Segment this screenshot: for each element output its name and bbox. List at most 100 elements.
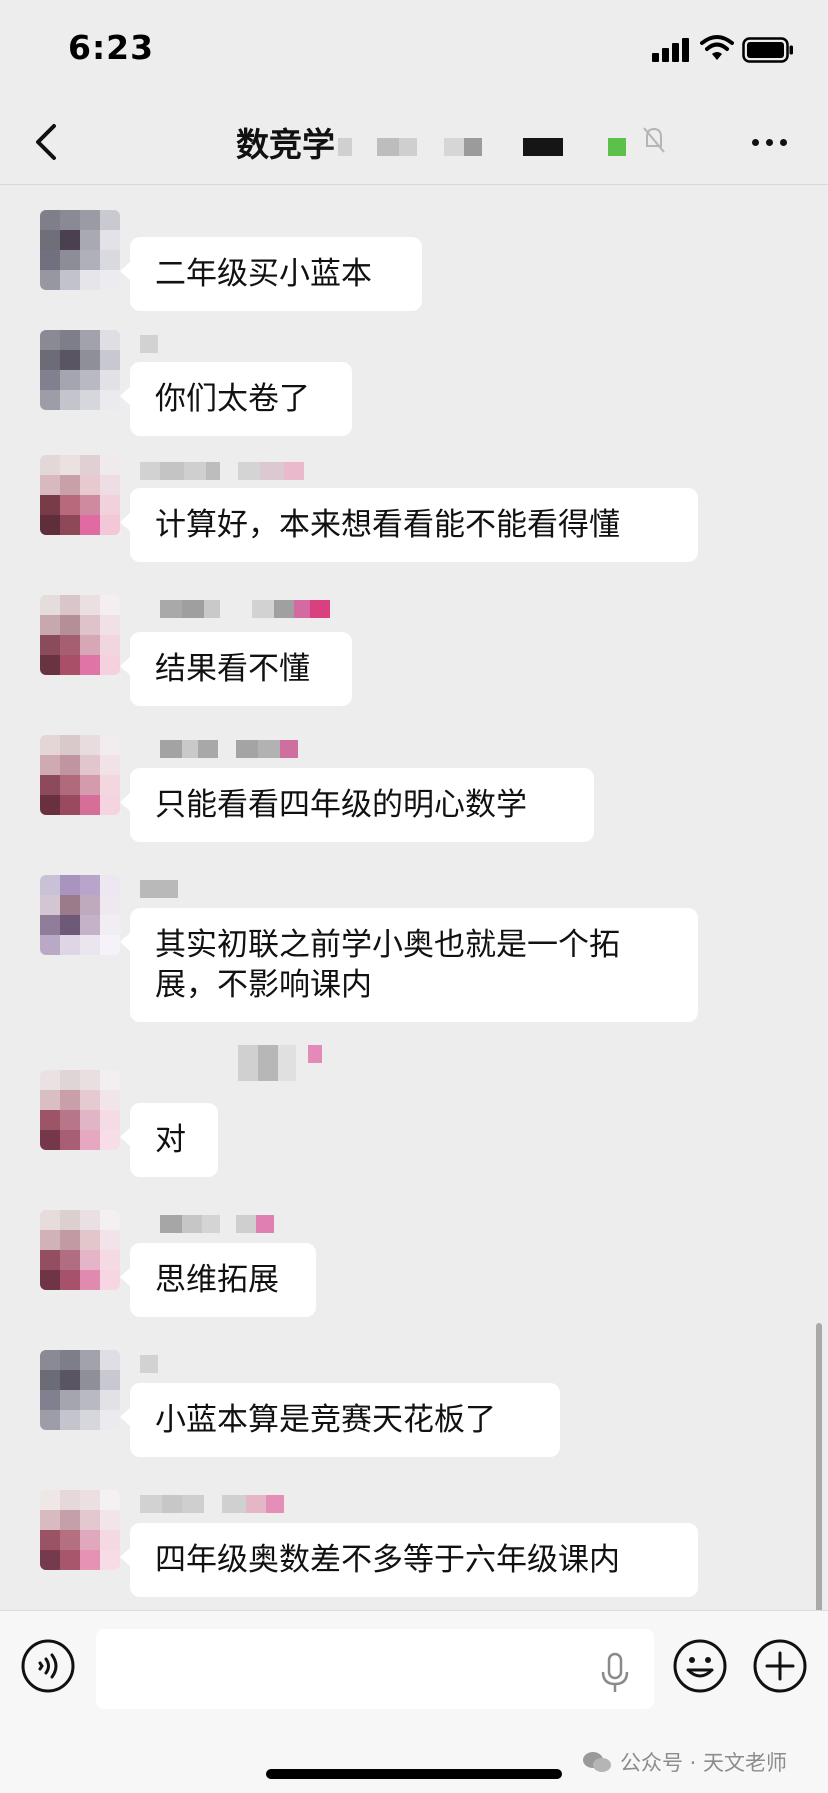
avatar-mosaic-cell <box>60 475 80 495</box>
avatar-mosaic-cell <box>80 1230 100 1250</box>
avatar-mosaic-cell <box>60 1370 80 1390</box>
avatar-mosaic-cell <box>40 1350 60 1370</box>
avatar-mosaic-cell <box>80 775 100 795</box>
plus-icon[interactable] <box>752 1638 808 1694</box>
sender-name-blurred <box>140 880 178 898</box>
voice-input-icon[interactable] <box>20 1638 76 1694</box>
microphone-icon[interactable] <box>598 1651 632 1695</box>
avatar-mosaic-cell <box>60 370 80 390</box>
avatar-mosaic-cell <box>40 1410 60 1430</box>
avatar-mosaic-cell <box>80 475 100 495</box>
avatar-mosaic-cell <box>100 595 120 615</box>
avatar-mosaic-cell <box>80 1110 100 1130</box>
message-bubble[interactable]: 结果看不懂 <box>120 632 352 706</box>
avatar-mosaic-cell <box>80 655 100 675</box>
avatar-mosaic-cell <box>80 1350 100 1370</box>
sender-avatar[interactable] <box>40 330 120 410</box>
sender-avatar[interactable] <box>40 1070 120 1150</box>
avatar-mosaic-cell <box>80 1510 100 1530</box>
message-bubble[interactable]: 四年级奥数差不多等于六年级课内 <box>120 1523 698 1597</box>
message-bubble[interactable]: 对 <box>120 1103 218 1177</box>
message-bubble[interactable]: 计算好，本来想看看能不能看得懂 <box>120 488 698 562</box>
message-bubble[interactable]: 小蓝本算是竞赛天花板了 <box>120 1383 560 1457</box>
avatar-mosaic-cell <box>60 1110 80 1130</box>
avatar-mosaic-cell <box>100 915 120 935</box>
avatar-mosaic-cell <box>80 1210 100 1230</box>
avatar-mosaic-cell <box>100 230 120 250</box>
message-bubble[interactable]: 只能看看四年级的明心数学 <box>120 768 594 842</box>
avatar-mosaic-cell <box>80 1370 100 1390</box>
sender-avatar[interactable] <box>40 735 120 815</box>
avatar-mosaic-cell <box>40 635 60 655</box>
sender-avatar[interactable] <box>40 1210 120 1290</box>
home-indicator[interactable] <box>266 1769 562 1779</box>
sender-name-blurred <box>160 600 330 618</box>
message-list[interactable]: 二年级买小蓝本 你们太卷了 计算好，本来想看看能不能看得懂 结果看不懂 只能看看… <box>0 185 828 1610</box>
avatar-mosaic-cell <box>80 230 100 250</box>
avatar-mosaic-cell <box>80 1530 100 1550</box>
avatar-mosaic-cell <box>40 915 60 935</box>
sender-avatar[interactable] <box>40 455 120 535</box>
watermark-text: 公众号 · 天文老师 <box>620 1751 788 1775</box>
message-text: 四年级奥数差不多等于六年级课内 <box>155 1542 620 1578</box>
avatar-mosaic-cell <box>40 1270 60 1290</box>
battery-icon <box>742 37 793 63</box>
emoji-icon[interactable] <box>672 1638 728 1694</box>
back-chevron-icon[interactable] <box>28 118 68 166</box>
avatar-mosaic-cell <box>80 795 100 815</box>
avatar-mosaic-cell <box>80 935 100 955</box>
input-bar: 公众号 · 天文老师 <box>0 1610 828 1793</box>
avatar-mosaic-cell <box>40 1390 60 1410</box>
avatar-mosaic-cell <box>80 875 100 895</box>
avatar-mosaic-cell <box>40 350 60 370</box>
avatar-mosaic-cell <box>40 595 60 615</box>
sender-name-blurred <box>140 335 158 353</box>
scroll-indicator[interactable] <box>816 1323 822 1610</box>
avatar-mosaic-cell <box>60 1250 80 1270</box>
avatar-mosaic-cell <box>40 1530 60 1550</box>
avatar-mosaic-cell <box>60 1210 80 1230</box>
message-bubble[interactable]: 二年级买小蓝本 <box>120 237 422 311</box>
avatar-mosaic-cell <box>100 1350 120 1370</box>
avatar-mosaic-cell <box>40 615 60 635</box>
message-text: 小蓝本算是竞赛天花板了 <box>155 1402 496 1438</box>
sender-name-blurred <box>140 462 304 480</box>
avatar-mosaic-cell <box>40 755 60 775</box>
avatar-mosaic-cell <box>40 330 60 350</box>
avatar-mosaic-cell <box>100 455 120 475</box>
avatar-mosaic-cell <box>100 1090 120 1110</box>
avatar-mosaic-cell <box>80 735 100 755</box>
avatar-mosaic-cell <box>80 1070 100 1090</box>
avatar-mosaic-cell <box>60 1070 80 1090</box>
message-bubble[interactable]: 其实初联之前学小奥也就是一个拓展，不影响课内 <box>120 908 698 1022</box>
avatar-mosaic-cell <box>40 1070 60 1090</box>
avatar-mosaic-cell <box>80 455 100 475</box>
avatar-mosaic-cell <box>100 1210 120 1230</box>
avatar-mosaic-cell <box>40 230 60 250</box>
avatar-mosaic-cell <box>40 475 60 495</box>
wifi-icon <box>700 35 734 60</box>
message-text: 二年级买小蓝本 <box>155 256 372 292</box>
more-options-icon[interactable] <box>750 136 790 150</box>
avatar-mosaic-cell <box>100 1490 120 1510</box>
avatar-mosaic-cell <box>60 515 80 535</box>
avatar-mosaic-cell <box>60 1090 80 1110</box>
avatar-mosaic-cell <box>100 515 120 535</box>
avatar-mosaic-cell <box>60 935 80 955</box>
message-input[interactable] <box>96 1629 654 1709</box>
avatar-mosaic-cell <box>80 330 100 350</box>
sender-avatar[interactable] <box>40 210 120 290</box>
avatar-mosaic-cell <box>100 1530 120 1550</box>
avatar-mosaic-cell <box>100 755 120 775</box>
status-bar: 6:23 <box>0 0 828 100</box>
sender-avatar[interactable] <box>40 875 120 955</box>
message-text: 对 <box>155 1122 186 1158</box>
message-bubble[interactable]: 你们太卷了 <box>120 362 352 436</box>
avatar-mosaic-cell <box>60 330 80 350</box>
avatar-mosaic-cell <box>40 1550 60 1570</box>
message-bubble[interactable]: 思维拓展 <box>120 1243 316 1317</box>
sender-avatar[interactable] <box>40 1490 120 1570</box>
sender-avatar[interactable] <box>40 1350 120 1430</box>
sender-avatar[interactable] <box>40 595 120 675</box>
chat-header: 数竞学 <box>0 100 828 185</box>
